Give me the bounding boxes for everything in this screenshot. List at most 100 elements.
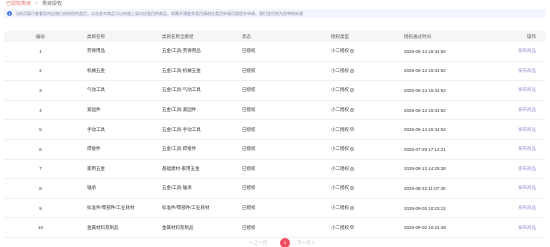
header-auth-type: 授权类型 (331, 33, 349, 39)
breadcrumb-separator: > (35, 0, 38, 7)
question-icon[interactable]: ? (350, 107, 354, 112)
table-row: 1 劳保用品 五金/工具-劳保用品 已授权 小二授权? 2025-06-14 15:34:… (4, 42, 546, 62)
cell-auth-type: 小二授权? (319, 205, 389, 211)
cell-operation: 发布商品 (499, 107, 546, 113)
cell-number: 6 (39, 146, 42, 152)
auth-type-text: 小二授权 (331, 48, 349, 54)
header-status: 状态 (242, 33, 251, 39)
auth-type-text: 小二授权 (331, 224, 349, 230)
cell-auth-time: 2025-07-29 17:12:21 (404, 146, 446, 152)
notice-text: 当前页面可查看您的店铺已经授权的类目，点击发布商品可以快速上架对应类目的商品，如… (15, 10, 303, 16)
cell-operation: 发布商品 (499, 146, 546, 152)
cell-status: 已授权 (242, 165, 256, 171)
auth-type-text: 小二授权 (331, 126, 349, 132)
auth-type-text: 小二授权 (331, 107, 349, 113)
cell-status: 已授权 (242, 224, 256, 230)
table-body: 1 劳保用品 五金/工具-劳保用品 已授权 小二授权? 2025-06-14 15:34:… (4, 42, 546, 238)
cell-category-name: 轴承 (87, 185, 96, 191)
question-icon[interactable]: ? (350, 205, 354, 210)
cell-operation: 发布商品 (499, 185, 546, 191)
cell-category-path: 金属材料及制品 (162, 224, 194, 230)
question-icon[interactable]: ? (350, 127, 354, 132)
cell-category-path: 五金/工具-轴承 (162, 185, 192, 191)
cell-auth-type: 小二授权? (319, 107, 389, 113)
cell-operation: 发布商品 (499, 48, 546, 54)
question-icon[interactable]: ? (350, 49, 354, 54)
table-header: 编号 类目名称 类目名称全路径 状态 授权类型 授权通过时间 操作 (4, 31, 546, 42)
question-icon[interactable]: ? (350, 166, 354, 171)
publish-product-link[interactable]: 发布商品 (518, 166, 536, 171)
auth-type-text: 小二授权 (331, 87, 349, 93)
cell-category-name: 家用五金 (87, 165, 105, 171)
publish-product-link[interactable]: 发布商品 (518, 146, 536, 151)
auth-type-text: 小二授权 (331, 185, 349, 191)
publish-product-link[interactable]: 发布商品 (518, 205, 536, 210)
cell-category-path: 基础建材-家用五金 (162, 165, 200, 171)
cell-category-path: 五金/工具-气动工具 (162, 87, 201, 93)
cell-category-path: 五金/工具-机械五金 (162, 67, 201, 73)
cell-operation: 发布商品 (499, 127, 546, 133)
publish-product-link[interactable]: 发布商品 (518, 225, 536, 230)
cell-auth-type: 小二授权? (319, 166, 389, 172)
cell-status: 已授权 (242, 67, 256, 73)
table-row: 10 金属材料及制品 金属材料及制品 已授权 小二授权? 2025-09-02 10:24… (4, 218, 546, 238)
breadcrumb-parent-link[interactable]: 已授权类目 (6, 0, 31, 7)
cell-auth-time: 2025-09-02 10:23:12 (404, 205, 446, 211)
cell-category-name: 劳保用品 (87, 48, 105, 54)
publish-product-link[interactable]: 发布商品 (518, 107, 536, 112)
table-row: 3 气动工具 五金/工具-气动工具 已授权 小二授权? 2025-06-14 15:34:… (4, 81, 546, 101)
cell-auth-time: 2025-09-02 10:24:49 (404, 225, 446, 231)
cell-category-path: 五金/工具-手动工具 (162, 126, 201, 132)
question-icon[interactable]: ? (350, 147, 354, 152)
question-icon[interactable]: ? (350, 68, 354, 73)
cell-category-path: 五金/工具-焊接件 (162, 146, 197, 152)
auth-type-text: 小二授权 (331, 165, 349, 171)
cell-category-name: 紧固件 (87, 107, 101, 113)
pagination: < 上一页 1 下一页 > (0, 238, 550, 247)
cell-auth-time: 2025-06-14 15:34:52 (404, 87, 446, 93)
cell-auth-type: 小二授权? (319, 146, 389, 152)
cell-auth-time: 2025-06-14 15:34:52 (404, 48, 446, 54)
breadcrumb: 已授权类目 > 类目授权 (6, 0, 62, 8)
prev-page-button[interactable]: < 上一页 (250, 240, 267, 246)
header-number: 编号 (36, 33, 45, 39)
table-row: 6 焊接件 五金/工具-焊接件 已授权 小二授权? 2025-07-29 17:12:21… (4, 140, 546, 160)
cell-auth-time: 2025-08-12 14:25:38 (404, 166, 446, 172)
next-page-button[interactable]: 下一页 > (297, 240, 314, 246)
table-row: 9 标准件/零部件/工业耗材 标准件/零部件/工业耗材 已授权 小二授权? 2025-09… (4, 199, 546, 219)
breadcrumb-current: 类目授权 (41, 1, 62, 7)
cell-operation: 发布商品 (499, 166, 546, 172)
table-row: 5 手动工具 五金/工具-手动工具 已授权 小二授权? 2025-06-14 15:34:… (4, 120, 546, 140)
cell-number: 2 (39, 68, 42, 74)
cell-operation: 发布商品 (499, 205, 546, 211)
cell-status: 已授权 (242, 87, 256, 93)
current-page-button[interactable]: 1 (280, 238, 290, 247)
publish-product-link[interactable]: 发布商品 (518, 48, 536, 53)
publish-product-link[interactable]: 发布商品 (518, 127, 536, 132)
header-category-name: 类目名称 (87, 33, 105, 39)
cell-number: 7 (39, 166, 42, 172)
header-operation: 操作 (527, 33, 536, 39)
table-row: 8 轴承 五金/工具-轴承 已授权 小二授权? 2025-08-22 11:07:30 发布… (4, 179, 546, 199)
cell-number: 3 (39, 87, 42, 93)
cell-category-name: 焊接件 (87, 146, 101, 152)
cell-auth-type: 小二授权? (319, 127, 389, 133)
question-icon[interactable]: ? (350, 225, 354, 230)
cell-number: 9 (39, 205, 42, 211)
info-icon: i (7, 11, 12, 16)
cell-auth-type: 小二授权? (319, 225, 389, 231)
cell-category-name: 标准件/零部件/工业耗材 (87, 205, 135, 211)
cell-auth-time: 2025-06-14 15:34:52 (404, 107, 446, 113)
category-table: 编号 类目名称 类目名称全路径 状态 授权类型 授权通过时间 操作 1 劳保用品五… (4, 31, 546, 238)
cell-auth-time: 2025-06-14 15:34:52 (404, 127, 446, 133)
auth-type-text: 小二授权 (331, 67, 349, 73)
publish-product-link[interactable]: 发布商品 (518, 185, 536, 190)
cell-auth-type: 小二授权? (319, 87, 389, 93)
publish-product-link[interactable]: 发布商品 (518, 87, 536, 92)
question-icon[interactable]: ? (350, 186, 354, 191)
question-icon[interactable]: ? (350, 88, 354, 93)
publish-product-link[interactable]: 发布商品 (518, 68, 536, 73)
cell-operation: 发布商品 (499, 225, 546, 231)
cell-status: 已授权 (242, 126, 256, 132)
table-row: 2 机械五金 五金/工具-机械五金 已授权 小二授权? 2025-06-14 15:34:… (4, 62, 546, 82)
